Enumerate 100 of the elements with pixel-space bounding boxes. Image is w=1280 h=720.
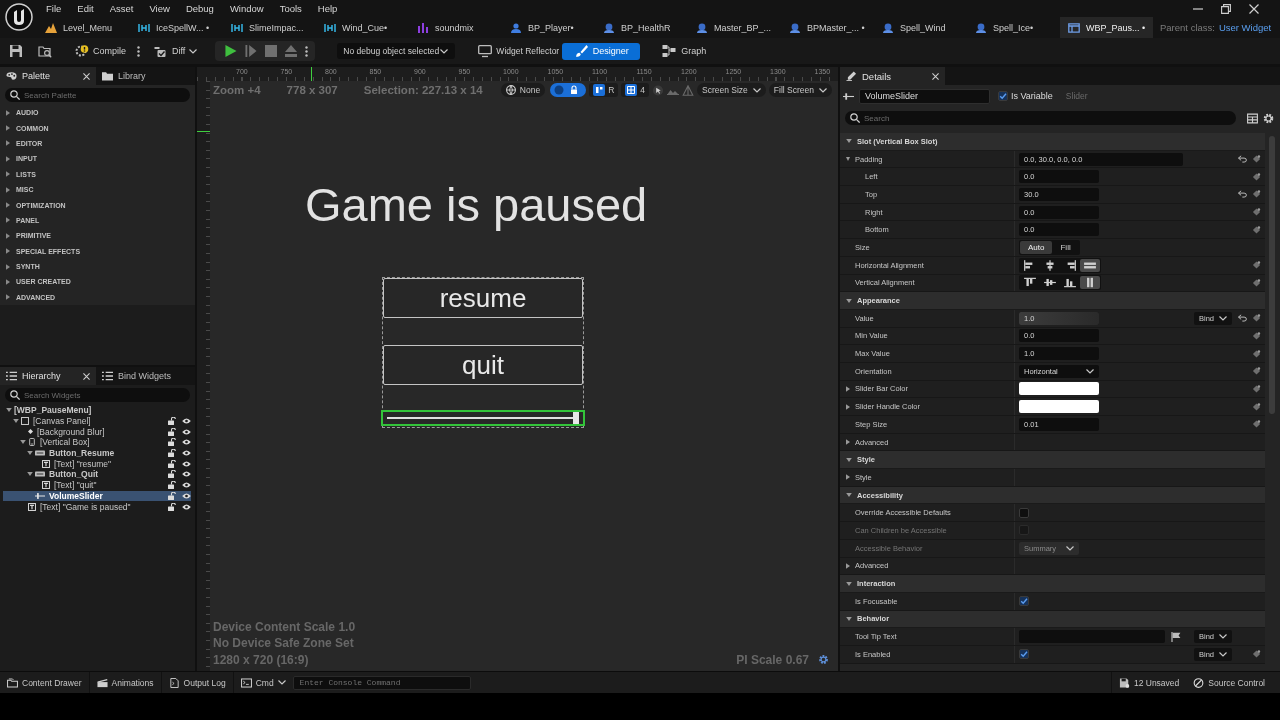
eye-icon[interactable] bbox=[182, 418, 191, 425]
tree-item[interactable]: [WBP_PauseMenu] bbox=[3, 405, 191, 416]
document-tab[interactable]: soundmix bbox=[409, 17, 502, 38]
document-tab[interactable]: Wind_Cue• bbox=[316, 17, 409, 38]
caret-icon[interactable] bbox=[6, 125, 10, 132]
caret-icon[interactable] bbox=[20, 440, 26, 445]
unlocked-padlock-icon[interactable] bbox=[168, 438, 176, 447]
reset-arrow-icon[interactable] bbox=[1238, 314, 1247, 323]
more-icon[interactable] bbox=[137, 45, 140, 57]
caret-icon[interactable] bbox=[13, 419, 19, 424]
checkbox[interactable] bbox=[1019, 507, 1029, 518]
caret-icon[interactable] bbox=[846, 474, 850, 481]
caret-icon[interactable] bbox=[6, 263, 10, 270]
culture-dropdown[interactable]: None bbox=[500, 83, 546, 97]
dock-tab[interactable]: Library bbox=[96, 67, 192, 85]
tag-icon[interactable] bbox=[1252, 331, 1261, 340]
unlocked-padlock-icon[interactable] bbox=[168, 491, 176, 500]
slider-track[interactable] bbox=[387, 412, 579, 424]
menu-item[interactable]: Edit bbox=[69, 3, 102, 14]
tree-item[interactable]: [Text] "Game is paused" bbox=[3, 501, 191, 512]
menu-item[interactable]: File bbox=[38, 3, 70, 14]
cursor-circle-icon[interactable] bbox=[652, 84, 664, 96]
menu-item[interactable]: Asset bbox=[101, 3, 142, 14]
cmd-dropdown[interactable]: Cmd bbox=[233, 672, 293, 693]
settings-icon[interactable] bbox=[1263, 112, 1274, 124]
search-field[interactable]: Search bbox=[845, 111, 1236, 125]
document-tab[interactable]: SlimeImpac... bbox=[223, 17, 316, 38]
reset-arrow-icon[interactable] bbox=[1238, 155, 1247, 164]
caret-icon[interactable] bbox=[6, 232, 10, 239]
tree-item[interactable]: Button_Resume bbox=[3, 447, 191, 459]
document-tab[interactable]: Spell_Wind bbox=[874, 17, 967, 38]
caret-icon[interactable] bbox=[6, 202, 10, 209]
segment-option[interactable]: Auto bbox=[1020, 240, 1053, 254]
caret-icon[interactable] bbox=[846, 581, 852, 586]
reset-arrow-icon[interactable] bbox=[1238, 190, 1247, 199]
step-icon[interactable] bbox=[245, 45, 258, 57]
document-tab[interactable]: Master_BP_... bbox=[688, 17, 781, 38]
caret-icon[interactable] bbox=[846, 298, 852, 303]
tag-icon[interactable] bbox=[1252, 402, 1261, 411]
debug-object-dropdown[interactable]: No debug object selected bbox=[337, 43, 456, 59]
tree-item[interactable]: [Vertical Box] bbox=[3, 437, 191, 448]
minimize-icon[interactable] bbox=[1193, 7, 1203, 10]
close-icon[interactable] bbox=[83, 72, 90, 80]
caret-icon[interactable] bbox=[846, 493, 852, 498]
tag-icon[interactable] bbox=[1252, 190, 1261, 199]
unlocked-padlock-icon[interactable] bbox=[168, 459, 176, 468]
mode-button[interactable]: Designer bbox=[562, 42, 641, 60]
caret-icon[interactable] bbox=[846, 403, 850, 410]
caret-icon[interactable] bbox=[6, 217, 10, 224]
save-icon[interactable] bbox=[9, 44, 23, 58]
close-icon[interactable] bbox=[1249, 3, 1259, 14]
swatch-icon[interactable] bbox=[1019, 400, 1099, 414]
caret-icon[interactable] bbox=[6, 171, 10, 178]
console-input[interactable]: Enter Console Command bbox=[292, 675, 471, 690]
tree-item[interactable]: [Canvas Panel] bbox=[3, 415, 191, 427]
caret-icon[interactable] bbox=[6, 155, 10, 162]
checkbox[interactable] bbox=[998, 91, 1008, 101]
flag-icon[interactable] bbox=[1171, 631, 1181, 642]
unlocked-padlock-icon[interactable] bbox=[168, 449, 176, 458]
tag-icon[interactable] bbox=[1252, 650, 1261, 659]
tag-icon[interactable] bbox=[1252, 261, 1261, 270]
swatch-icon[interactable] bbox=[1019, 382, 1099, 396]
document-tab[interactable]: WBP_Paus... • bbox=[1060, 17, 1153, 38]
document-tab[interactable]: BPMaster_... • bbox=[781, 17, 874, 38]
eye-icon[interactable] bbox=[182, 482, 191, 489]
dock-tab[interactable]: Details bbox=[840, 67, 945, 85]
lock-toggle-icon[interactable] bbox=[550, 83, 587, 97]
r-toggle-button[interactable]: R bbox=[589, 83, 619, 97]
volume-slider[interactable] bbox=[381, 410, 585, 426]
dock-tab[interactable]: Hierarchy bbox=[0, 367, 96, 385]
close-icon[interactable] bbox=[932, 72, 939, 80]
caret-icon[interactable] bbox=[6, 408, 12, 413]
parent-class-link[interactable]: User Widget bbox=[1218, 22, 1272, 33]
eye-icon[interactable] bbox=[182, 450, 191, 457]
caret-icon[interactable] bbox=[6, 140, 10, 147]
document-tab[interactable]: Level_Menu bbox=[37, 17, 130, 38]
caret-icon[interactable] bbox=[846, 385, 850, 392]
tree-item[interactable]: [Text] "quit" bbox=[3, 479, 191, 491]
caret-icon[interactable] bbox=[6, 186, 10, 193]
compile-button[interactable]: Compile bbox=[72, 41, 129, 61]
segment-option[interactable]: Fill bbox=[1052, 240, 1079, 254]
eye-icon[interactable] bbox=[182, 428, 191, 435]
search-field[interactable]: Search Widgets bbox=[5, 388, 190, 402]
caret-icon[interactable] bbox=[846, 457, 852, 462]
tag-icon[interactable] bbox=[1252, 349, 1261, 358]
search-field[interactable]: Search Palette bbox=[5, 88, 190, 102]
tag-icon[interactable] bbox=[1252, 225, 1261, 234]
tag-icon[interactable] bbox=[1252, 420, 1261, 429]
close-icon[interactable] bbox=[83, 372, 90, 380]
caret-icon[interactable] bbox=[6, 279, 10, 285]
diff-button[interactable]: Diff bbox=[151, 41, 201, 61]
mode-button[interactable]: Graph bbox=[652, 42, 717, 60]
dock-tab[interactable]: Bind Widgets bbox=[96, 367, 192, 385]
stop-icon[interactable] bbox=[265, 45, 278, 57]
tag-icon[interactable] bbox=[1252, 367, 1261, 376]
tree-item[interactable]: Button_Quit bbox=[3, 469, 191, 480]
eye-icon[interactable] bbox=[182, 439, 191, 446]
caret-icon[interactable] bbox=[846, 616, 852, 621]
caret-icon[interactable] bbox=[6, 294, 10, 301]
caret-icon[interactable] bbox=[846, 562, 850, 569]
